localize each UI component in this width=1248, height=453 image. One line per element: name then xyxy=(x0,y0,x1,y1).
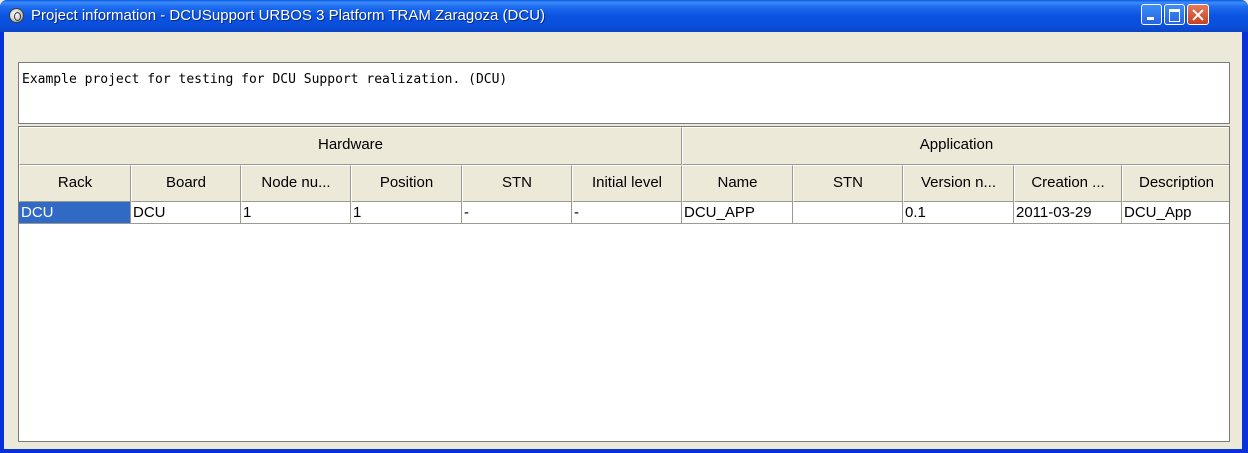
column-header-rack[interactable]: Rack xyxy=(19,165,131,202)
group-header-hardware: Hardware xyxy=(19,127,682,165)
column-header-description[interactable]: Description xyxy=(1122,165,1229,202)
column-header-node-number[interactable]: Node nu... xyxy=(241,165,351,202)
window-title: Project information - DCUSupport URBOS 3… xyxy=(31,7,546,24)
column-header-stn-hardware[interactable]: STN xyxy=(462,165,572,202)
table-cell-version-number[interactable]: 0.1 xyxy=(903,202,1014,224)
minimize-button[interactable] xyxy=(1141,4,1162,25)
maximize-button[interactable] xyxy=(1164,4,1185,25)
column-header-version-number[interactable]: Version n... xyxy=(903,165,1014,202)
table-cell-creation[interactable]: 2011-03-29 xyxy=(1014,202,1122,224)
title-bar[interactable]: Project information - DCUSupport URBOS 3… xyxy=(0,0,1248,32)
column-header-initial-level[interactable]: Initial level xyxy=(572,165,682,202)
table-cell-position[interactable]: 1 xyxy=(351,202,462,224)
table-cell-rack[interactable]: DCU xyxy=(19,202,131,224)
table-cell-stn-application[interactable] xyxy=(793,202,903,224)
project-description: Example project for testing for DCU Supp… xyxy=(18,62,1230,124)
table-cell-stn-hardware[interactable]: - xyxy=(462,202,572,224)
table-cell-node-number[interactable]: 1 xyxy=(241,202,351,224)
project-table: Hardware Application Rack Board Node nu.… xyxy=(18,126,1230,442)
close-button[interactable] xyxy=(1187,4,1209,25)
column-header-stn-application[interactable]: STN xyxy=(793,165,903,202)
app-icon[interactable] xyxy=(9,8,24,23)
column-header-name[interactable]: Name xyxy=(682,165,793,202)
column-header-position[interactable]: Position xyxy=(351,165,462,202)
group-header-application: Application xyxy=(682,127,1229,165)
table-cell-initial-level[interactable]: - xyxy=(572,202,682,224)
column-header-creation[interactable]: Creation ... xyxy=(1014,165,1122,202)
column-header-board[interactable]: Board xyxy=(131,165,241,202)
table-cell-name[interactable]: DCU_APP xyxy=(682,202,793,224)
table-cell-description[interactable]: DCU_App xyxy=(1122,202,1229,224)
table-cell-board[interactable]: DCU xyxy=(131,202,241,224)
